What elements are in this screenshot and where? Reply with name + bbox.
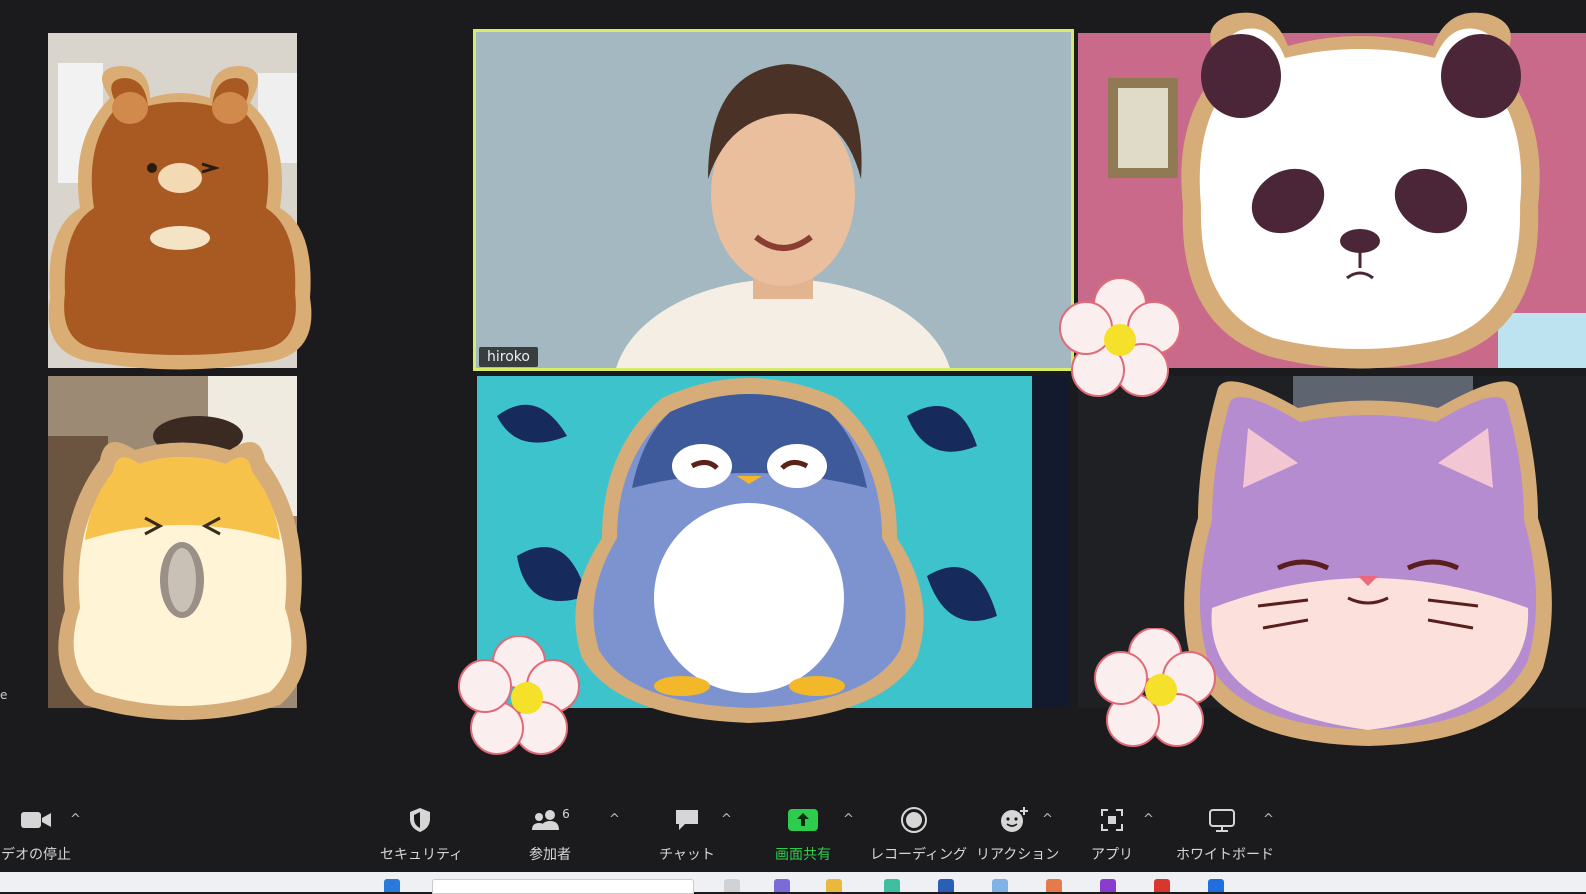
participants-options-caret[interactable]: ^	[609, 812, 620, 827]
apps-icon	[1101, 809, 1123, 831]
taskbar-app-icon[interactable]	[826, 879, 842, 892]
taskbar-app-icon[interactable]	[1100, 879, 1116, 892]
reactions-button[interactable]: リアクション	[976, 804, 1059, 864]
smile-plus-icon	[1001, 807, 1028, 832]
flower-sticker	[458, 636, 580, 755]
panda-sticker	[1181, 12, 1540, 369]
taskbar-app-icon[interactable]	[1208, 879, 1224, 892]
video-camera-icon	[21, 812, 51, 828]
participants-button[interactable]: 6 参加者	[518, 804, 582, 864]
participant-count: 6	[562, 807, 570, 821]
taskbar-app-icon[interactable]	[1046, 879, 1062, 892]
whiteboard-button[interactable]: ホワイトボード	[1176, 804, 1274, 864]
stop-video-button[interactable]: デオの停止	[0, 804, 72, 864]
video-options-caret[interactable]: ^	[70, 812, 81, 827]
chat-button[interactable]: チャット	[655, 804, 719, 864]
share-screen-icon	[788, 809, 818, 831]
taskbar-app-icon[interactable]	[938, 879, 954, 892]
share-options-caret[interactable]: ^	[843, 812, 854, 827]
security-button[interactable]: セキュリティ	[380, 804, 463, 864]
people-icon	[532, 810, 560, 830]
whiteboard-icon	[1209, 809, 1235, 832]
taskbar-app-icon[interactable]	[1154, 879, 1170, 892]
share-screen-button[interactable]: 画面共有	[767, 804, 839, 864]
taskbar-app-icon[interactable]	[992, 879, 1008, 892]
os-taskbar	[0, 872, 1586, 894]
taskbar-app-icon[interactable]	[724, 879, 740, 892]
hamster-sticker	[58, 442, 307, 720]
taskbar-app-icon[interactable]	[884, 879, 900, 892]
apps-button[interactable]: アプリ	[1088, 804, 1136, 864]
video-tile-2[interactable]: hiroko	[473, 29, 1074, 371]
record-button[interactable]: レコーディング	[870, 804, 967, 864]
edge-text: e	[0, 688, 8, 702]
participant-name-tag: hiroko	[479, 347, 538, 367]
apps-options-caret[interactable]: ^	[1143, 812, 1154, 827]
start-icon[interactable]	[384, 879, 400, 892]
meeting-toolbar: デオの停止 ^ セキュリティ 6 参加者 ^ チャット ^ 画面共有 ^ レコー…	[0, 790, 1586, 872]
flower-sticker	[1059, 278, 1181, 397]
taskbar-app-icon[interactable]	[774, 879, 790, 892]
chat-bubble-icon	[676, 810, 698, 830]
whiteboard-options-caret[interactable]: ^	[1263, 812, 1274, 827]
flower-sticker	[1094, 628, 1216, 747]
shield-icon	[410, 808, 430, 832]
chat-options-caret[interactable]: ^	[721, 812, 732, 827]
participant-video	[473, 29, 1074, 371]
penguin-sticker	[575, 378, 924, 723]
record-icon	[901, 807, 927, 833]
cat-sticker	[1184, 381, 1552, 746]
bear-sticker	[48, 66, 312, 370]
reactions-options-caret[interactable]: ^	[1042, 812, 1053, 827]
video-gallery: hiroko e	[0, 0, 1586, 790]
